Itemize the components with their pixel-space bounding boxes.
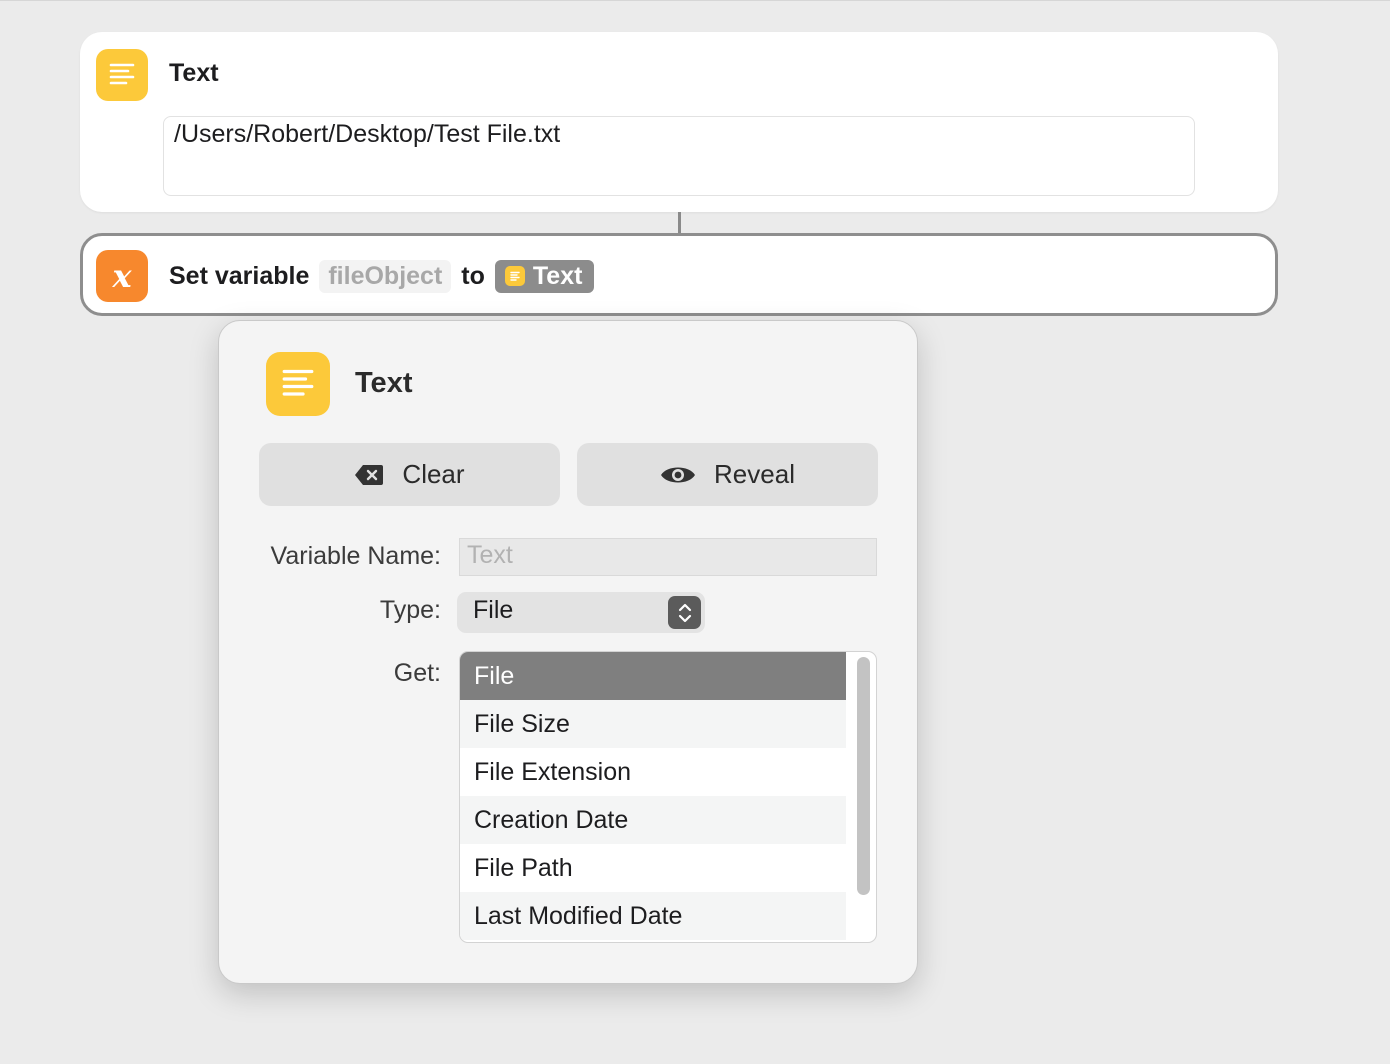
type-label: Type: [379, 596, 441, 624]
type-value: File [473, 596, 514, 624]
get-label: Get: [393, 659, 441, 687]
variable-name-token[interactable]: fileObject [319, 259, 452, 293]
list-item[interactable]: File Extension [460, 748, 846, 796]
text-action-card[interactable]: Text /Users/Robert/Desktop/Test File.txt [80, 32, 1278, 212]
window-top-border [0, 0, 1390, 1]
set-variable-row: Set variable fileObject to Text [169, 258, 595, 294]
text-lines-icon [266, 352, 330, 416]
chevron-up-down-icon [668, 596, 701, 629]
text-lines-icon [96, 49, 148, 101]
popover-title: Text [355, 367, 413, 399]
variable-x-icon: x [96, 250, 148, 302]
variable-popover: Text Clear Reveal Variable Name: Text Ty… [218, 320, 918, 984]
reveal-button[interactable]: Reveal [577, 443, 878, 506]
variable-name-field[interactable]: Text [459, 538, 877, 576]
delete-backward-icon [354, 463, 384, 487]
reveal-label: Reveal [714, 459, 795, 489]
clear-button[interactable]: Clear [259, 443, 560, 506]
text-lines-icon [504, 266, 525, 286]
text-action-title: Text [169, 59, 219, 87]
list-item[interactable]: File Path [460, 844, 846, 892]
set-variable-label: Set variable [169, 261, 310, 290]
variable-name-label: Variable Name: [270, 542, 441, 570]
list-item[interactable]: Last Modified Date [460, 892, 846, 940]
text-content-field[interactable]: /Users/Robert/Desktop/Test File.txt [163, 116, 1195, 196]
list-item[interactable]: File [460, 652, 846, 700]
to-label: to [461, 261, 485, 290]
token-label: Text [532, 261, 583, 290]
list-scrollbar[interactable] [857, 657, 870, 895]
action-connector [678, 212, 681, 234]
clear-label: Clear [402, 459, 465, 489]
list-item[interactable]: Creation Date [460, 796, 846, 844]
type-select[interactable]: File [457, 592, 705, 633]
get-property-list[interactable]: File File Size File Extension Creation D… [459, 651, 877, 943]
eye-icon [660, 463, 696, 487]
set-variable-action-card[interactable]: x Set variable fileObject to Text [80, 233, 1278, 316]
list-item[interactable]: File Size [460, 700, 846, 748]
text-magic-variable-token[interactable]: Text [494, 259, 595, 293]
